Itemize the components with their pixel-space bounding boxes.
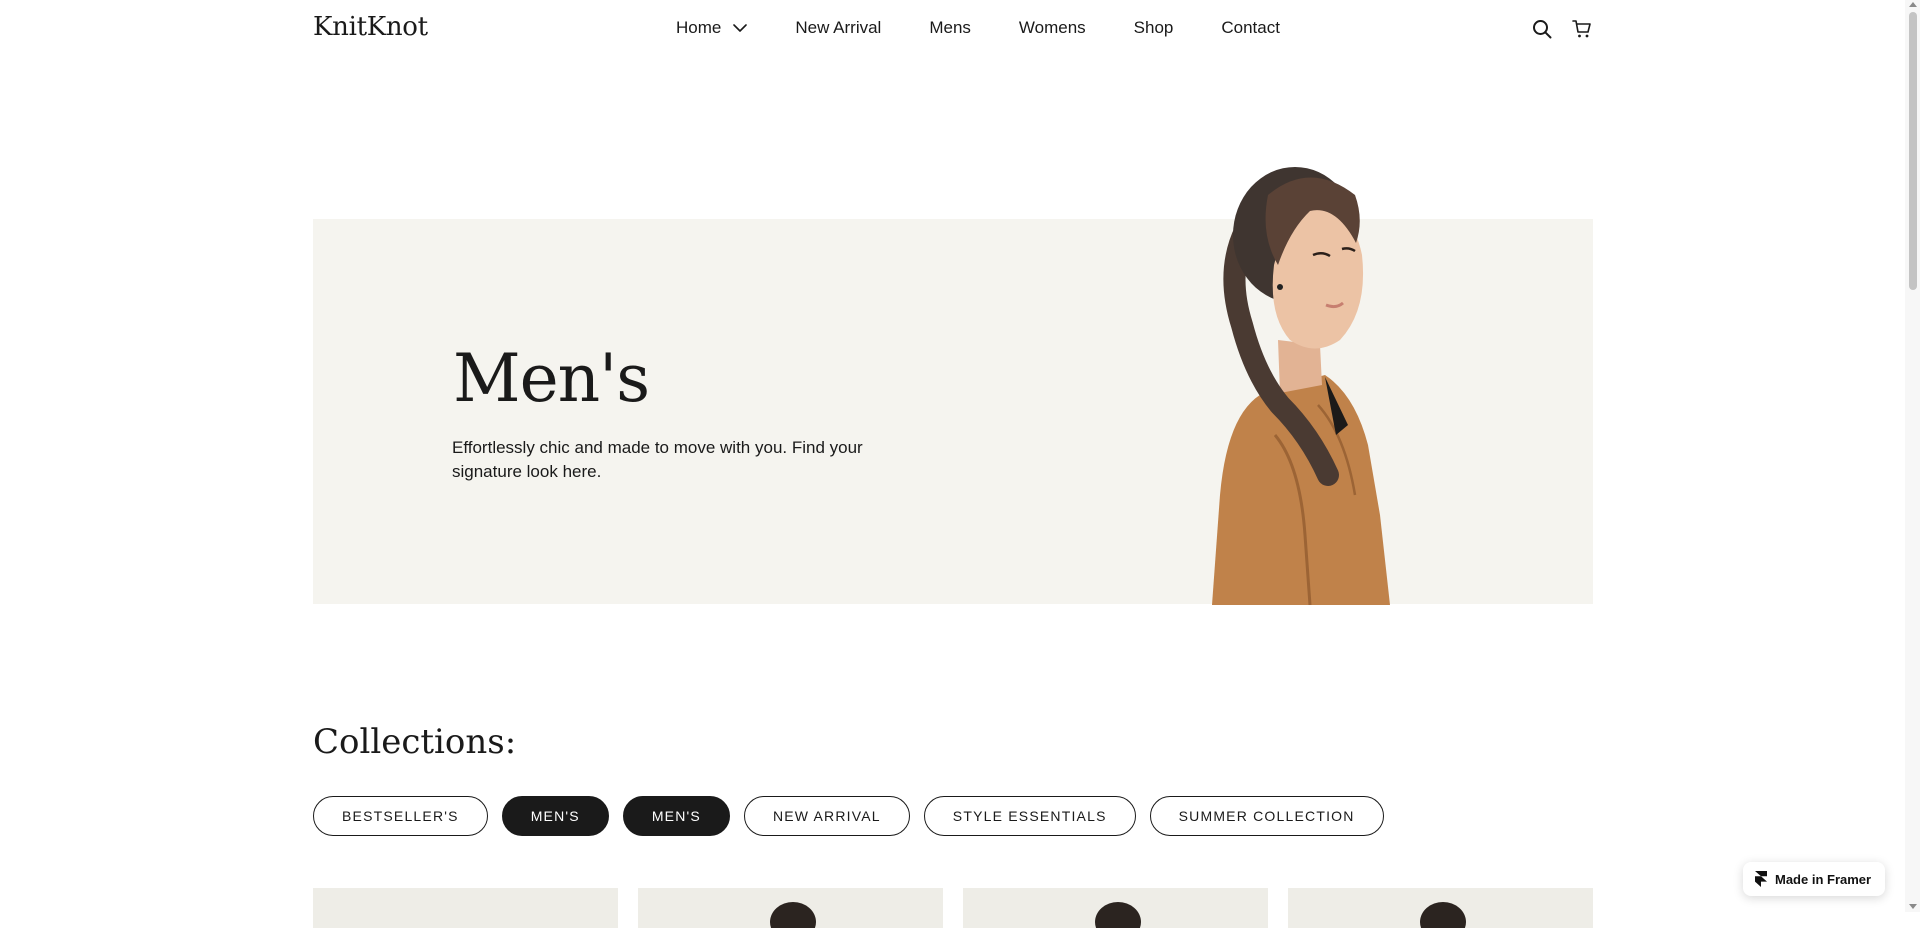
chip-mens[interactable]: MEN'S <box>501 796 609 836</box>
hero-description: Effortlessly chic and made to move with … <box>452 438 863 481</box>
scroll-down-icon[interactable] <box>1909 904 1917 909</box>
chevron-down-icon <box>733 24 748 32</box>
product-card[interactable] <box>313 888 618 928</box>
product-card[interactable] <box>638 888 943 928</box>
chip-new-arrival[interactable]: NEW ARRIVAL <box>743 796 910 836</box>
chip-style-essentials[interactable]: STYLE ESSENTIALS <box>923 796 1136 836</box>
product-grid <box>313 888 1593 928</box>
scrollbar-thumb[interactable] <box>1909 12 1917 290</box>
nav-item-label: Home <box>676 18 722 37</box>
nav-item-womens[interactable]: Womens <box>1019 18 1086 38</box>
collections-title: Collections: <box>313 722 517 762</box>
made-in-framer-badge[interactable]: Made in Framer <box>1743 862 1886 896</box>
product-image <box>770 902 816 928</box>
nav-item-contact[interactable]: Contact <box>1221 18 1280 38</box>
scroll-up-icon[interactable] <box>1909 2 1917 7</box>
site-header: KnitKnot Home New Arrival Mens Womens Sh… <box>0 0 1920 58</box>
product-image <box>1420 902 1466 928</box>
hero-title: Men's <box>453 340 650 417</box>
hero-model-image <box>1212 167 1390 605</box>
brand-logo[interactable]: KnitKnot <box>313 12 428 42</box>
chip-bestsellers[interactable]: BESTSELLER'S <box>313 796 488 836</box>
nav-item-home[interactable]: Home <box>676 18 748 38</box>
cart-button[interactable] <box>1571 18 1593 40</box>
collection-filters: BESTSELLER'S MEN'S MEN'S NEW ARRIVAL STY… <box>313 796 1384 836</box>
nav-item-shop[interactable]: Shop <box>1134 18 1174 38</box>
badge-label: Made in Framer <box>1775 871 1872 887</box>
product-image <box>1095 902 1141 928</box>
main-nav: Home New Arrival Mens Womens Shop Contac… <box>676 18 1280 38</box>
product-card[interactable] <box>1288 888 1593 928</box>
header-actions <box>1531 18 1593 40</box>
cart-icon <box>1572 20 1591 38</box>
nav-item-mens[interactable]: Mens <box>929 18 971 38</box>
search-button[interactable] <box>1531 18 1553 40</box>
chip-summer-collection[interactable]: SUMMER COLLECTION <box>1149 796 1384 836</box>
search-icon <box>1533 20 1552 39</box>
framer-icon <box>1755 871 1767 887</box>
chip-mens-2[interactable]: MEN'S <box>622 796 730 836</box>
nav-item-new-arrival[interactable]: New Arrival <box>795 18 881 38</box>
page-scrollbar[interactable] <box>1905 0 1920 912</box>
product-card[interactable] <box>963 888 1268 928</box>
